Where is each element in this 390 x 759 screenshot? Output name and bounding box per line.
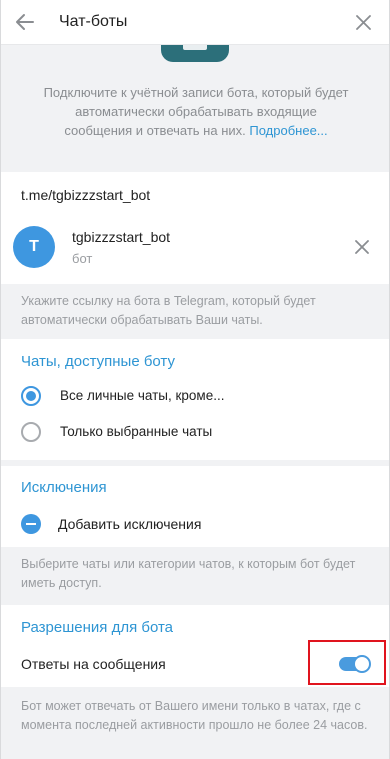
header: Чат-боты bbox=[1, 0, 389, 45]
illustration-slot bbox=[183, 45, 207, 50]
chatbots-panel: Чат-боты Подключите к учётной записи бот… bbox=[0, 0, 390, 759]
permissions-section-title: Разрешения для бота bbox=[21, 619, 174, 636]
minus-circle-icon bbox=[21, 514, 41, 534]
chats-section-title: Чаты, доступные боту bbox=[21, 353, 175, 370]
add-exclusions-button[interactable]: Добавить исключения bbox=[1, 507, 389, 543]
bot-link-hint: Укажите ссылку на бота в Telegram, котор… bbox=[21, 294, 316, 327]
option-label: Только выбранные чаты bbox=[60, 424, 213, 439]
bot-illustration bbox=[161, 45, 229, 62]
intro-text: Подключите к учётной записи бота, которы… bbox=[41, 83, 351, 140]
more-link[interactable]: Подробнее... bbox=[249, 123, 327, 138]
add-exclusions-label: Добавить исключения bbox=[58, 516, 202, 532]
back-arrow-icon[interactable] bbox=[15, 13, 35, 31]
exclusions-section-title: Исключения bbox=[21, 479, 107, 496]
option-label: Все личные чаты, кроме... bbox=[60, 388, 225, 403]
highlight-box bbox=[308, 640, 386, 685]
page-title: Чат-боты bbox=[59, 13, 128, 30]
option-all-private-chats[interactable]: Все личные чаты, кроме... bbox=[1, 378, 389, 414]
exclusions-hint: Выберите чаты или категории чатов, к кот… bbox=[21, 557, 356, 590]
reply-messages-label: Ответы на сообщения bbox=[21, 656, 166, 672]
avatar: T bbox=[13, 226, 55, 268]
permissions-hint: Бот может отвечать от Вашего имени тольк… bbox=[21, 699, 368, 732]
bot-link-input[interactable]: t.me/tgbizzzstart_bot bbox=[21, 187, 150, 203]
remove-icon[interactable] bbox=[355, 240, 369, 254]
radio-selected-only[interactable] bbox=[21, 422, 41, 442]
option-selected-chats[interactable]: Только выбранные чаты bbox=[1, 414, 389, 450]
bot-name: tgbizzzstart_bot bbox=[72, 229, 171, 245]
radio-all-private[interactable] bbox=[21, 386, 41, 406]
bot-type: бот bbox=[72, 251, 93, 266]
close-icon[interactable] bbox=[356, 15, 371, 30]
